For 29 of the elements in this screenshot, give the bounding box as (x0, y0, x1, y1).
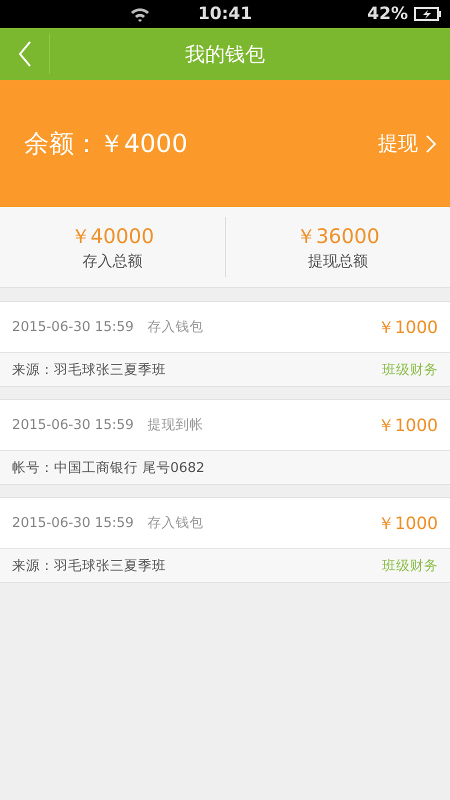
total-amount: ￥40000 (70, 223, 154, 250)
record-amount: ￥1000 (378, 414, 438, 436)
status-time: 10:41 (196, 4, 254, 24)
record-detail: 来源：羽毛球张三夏季班 (12, 360, 166, 378)
page-title: 我的钱包 (185, 40, 265, 68)
record-amount: ￥1000 (378, 512, 438, 534)
balance-amount: 余额：￥4000 (24, 128, 188, 160)
wifi-icon (130, 6, 150, 22)
record-type: 存入钱包 (148, 514, 204, 532)
record-datetime: 2015-06-30 15:59 (12, 319, 134, 335)
record-type: 提现到帐 (148, 416, 204, 434)
battery-icon (414, 7, 442, 21)
record-tag: 班级财务 (382, 556, 438, 574)
total-label: 提现总额 (308, 252, 368, 271)
record-card[interactable]: 2015-06-30 15:59 存入钱包 ￥1000 来源：羽毛球张三夏季班 班级财务 (0, 301, 450, 387)
record-detail: 来源：羽毛球张三夏季班 (12, 556, 166, 574)
total-amount: ￥36000 (296, 223, 380, 250)
record-datetime: 2015-06-30 15:59 (12, 417, 134, 433)
record-card[interactable]: 2015-06-30 15:59 提现到帐 ￥1000 帐号：中国工商银行 尾号0682 (0, 399, 450, 485)
record-datetime: 2015-06-30 15:59 (12, 515, 134, 531)
chevron-icon (426, 134, 436, 152)
back-icon (18, 41, 32, 67)
record-detail: 帐号：中国工商银行 尾号0682 (12, 458, 205, 476)
record-tag: 班级财务 (382, 360, 438, 378)
battery-percent: 42% (367, 4, 408, 24)
record-amount: ￥1000 (378, 316, 438, 338)
record-card[interactable]: 2015-06-30 15:59 存入钱包 ￥1000 来源：羽毛球张三夏季班 班级财务 (0, 497, 450, 583)
total-label: 存入总额 (82, 252, 142, 271)
record-type: 存入钱包 (148, 318, 204, 336)
